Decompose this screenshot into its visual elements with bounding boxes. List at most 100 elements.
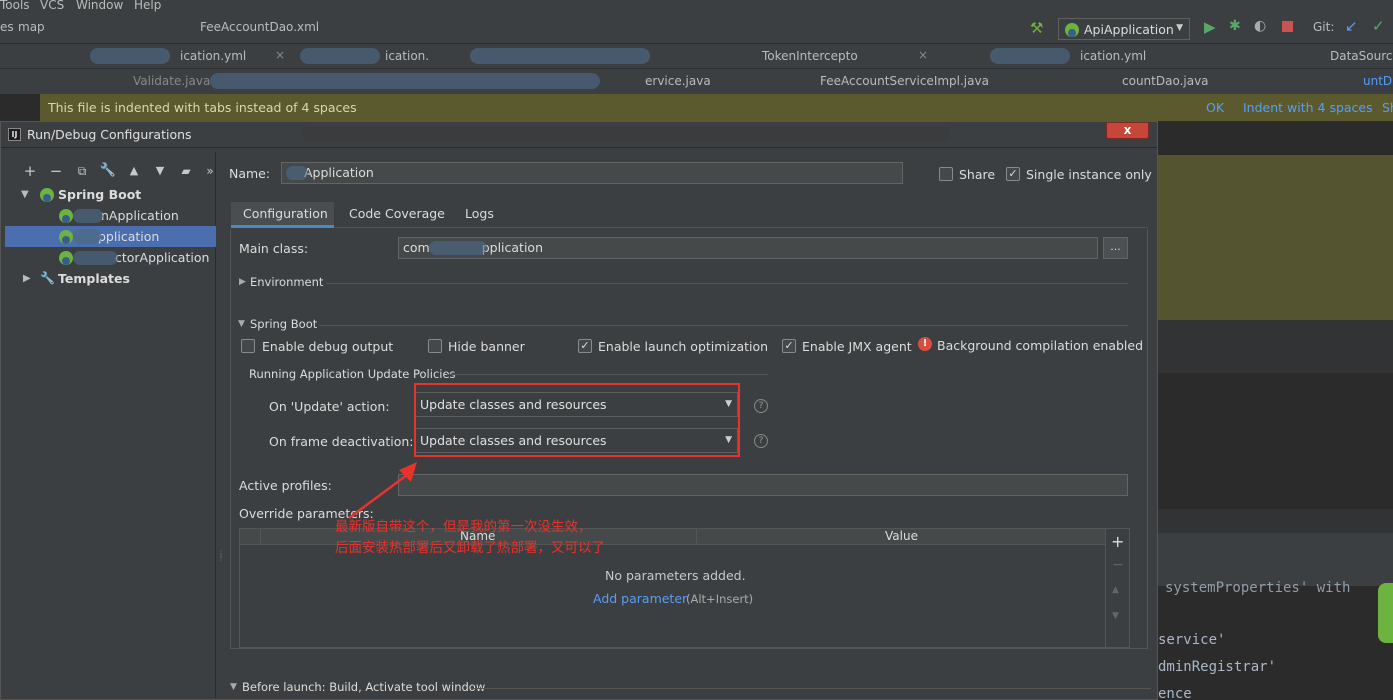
before-launch-section[interactable]: Before launch: Build, Activate tool wind… [242,680,485,694]
editor-gutter-band [1158,320,1393,373]
help-icon[interactable]: ? [754,399,768,413]
editor-tab[interactable]: FeeAccountServiceImpl.java [820,74,989,88]
main-class-label: Main class: [239,241,309,256]
name-field[interactable]: Application [281,162,903,184]
spring-icon [1065,23,1079,37]
chevron-down-icon: ▼ [1176,23,1183,33]
redaction-blur [300,48,380,64]
redaction-blur [90,48,170,64]
breadcrumb-item[interactable]: map [18,20,45,34]
git-update-icon[interactable]: ↙ [1345,17,1358,35]
debug-icon[interactable]: ✱ [1229,18,1241,34]
enable-launch-optimization-label: Enable launch optimization [598,339,769,354]
add-parameter-link[interactable]: Add parameter [593,591,687,606]
add-icon[interactable]: + [21,162,39,180]
browse-button[interactable]: ... [1103,237,1128,259]
divider [447,374,768,375]
expand-arrow-icon[interactable]: ▶ [239,277,246,287]
copy-icon[interactable]: ⧉ [73,162,91,180]
environment-section[interactable]: Environment [250,275,323,289]
tree-templates-label: Templates [58,271,130,286]
run-config-select[interactable]: ApiApplication ▼ [1058,18,1190,40]
menu-help[interactable]: Help [134,0,161,12]
splitter-handle[interactable]: ⋮ ⋮ [217,550,225,592]
editor-tab[interactable]: untD [1363,74,1392,88]
build-hammer-icon[interactable]: ⚒ [1030,19,1043,37]
wrench-icon[interactable]: 🔧 [99,162,117,180]
share-checkbox[interactable] [939,167,953,181]
editor-tab[interactable]: ication.yml [1080,49,1146,63]
close-icon[interactable]: × [918,48,928,62]
tree-node-spring-boot[interactable]: ▼ Spring Boot [5,184,216,205]
expand-arrow-icon[interactable]: ▼ [238,319,245,329]
editor-tab[interactable]: DataSourceCon [1330,49,1393,63]
coverage-icon[interactable]: ◐ [1254,18,1266,34]
annotation-highlight-box [414,383,740,457]
git-commit-icon[interactable]: ✓ [1372,17,1385,35]
indent-notice-bar: This file is indented with tabs instead … [40,94,1393,121]
menu-tools[interactable]: Tools [0,0,30,12]
enable-launch-optimization-checkbox[interactable]: ✓ [578,339,592,353]
tab-configuration-label: Configuration [243,206,328,221]
tree-item[interactable]: nApplication [5,205,216,226]
remove-icon[interactable]: − [1112,557,1124,573]
single-instance-checkbox[interactable]: ✓ [1006,167,1020,181]
move-up-icon[interactable]: ▲ [125,162,143,180]
breadcrumb-file[interactable]: FeeAccountDao.xml [200,20,319,34]
enable-debug-output-label: Enable debug output [262,339,394,354]
breadcrumb-prefix: es [0,20,14,34]
move-up-icon[interactable]: ▲ [1112,585,1119,595]
close-button[interactable]: x [1106,122,1149,139]
dialog-title: Run/Debug Configurations [27,127,192,142]
editor-tab[interactable]: countDao.java [1122,74,1209,88]
spring-icon [40,188,54,202]
menu-window[interactable]: Window [76,0,123,12]
redaction-blur [73,229,101,244]
editor-tab[interactable]: ication.yml [180,49,246,63]
menu-vcs[interactable]: VCS [40,0,64,12]
spring-boot-section[interactable]: Spring Boot [250,317,317,331]
main-class-prefix: com [403,240,430,255]
editor-tab[interactable]: TokenIntercepto [762,49,858,63]
notice-ok-link[interactable]: OK [1206,100,1224,115]
expand-arrow-icon[interactable]: ▼ [230,682,237,692]
editor-tab[interactable]: ication. [385,49,429,63]
share-label: Share [959,167,996,182]
spring-assistant-icon[interactable] [1378,583,1393,643]
stop-icon[interactable] [1282,21,1293,32]
tab-code-coverage[interactable]: Code Coverage [349,206,445,221]
notice-more-link[interactable]: Sh [1382,100,1393,115]
active-profiles-field[interactable] [398,474,1128,496]
hide-banner-checkbox[interactable] [428,339,442,353]
folder-icon[interactable]: ▰ [177,162,195,180]
remove-icon[interactable]: − [47,162,65,180]
close-icon[interactable]: × [275,48,285,62]
move-down-icon[interactable]: ▼ [151,162,169,180]
more-icon[interactable]: » [201,162,219,180]
code-line: dminRegistrar' [1158,659,1277,675]
column-header-value[interactable]: Value [885,529,918,543]
editor-tab[interactable]: ervice.java [645,74,711,88]
tree-item-selected[interactable]: pplication [5,226,216,247]
tree-item[interactable]: ctorApplication [5,247,216,268]
enable-debug-output-checkbox[interactable] [241,339,255,353]
move-down-icon[interactable]: ▼ [1112,611,1119,621]
tab-configuration[interactable]: Configuration [231,202,334,228]
add-parameter-shortcut: (Alt+Insert) [686,592,754,606]
warning-icon: ! [918,337,932,351]
enable-jmx-agent-checkbox[interactable]: ✓ [782,339,796,353]
indent-with-spaces-link[interactable]: Indent with 4 spaces [1243,100,1373,115]
annotation-text-line-2: 后面安装热部署后又卸载了热部署，又可以了 [335,540,605,556]
help-icon[interactable]: ? [754,434,768,448]
main-class-field[interactable]: com pplication [398,237,1098,259]
active-profiles-label: Active profiles: [239,478,332,493]
collapse-arrow-icon[interactable]: ▶ [23,268,31,289]
run-debug-configurations-dialog: IJ Run/Debug Configurations x + − ⧉ 🔧 ▲ … [0,121,1158,700]
tree-node-templates[interactable]: ▶ 🔧 Templates [5,268,216,289]
add-icon[interactable]: + [1111,532,1124,551]
editor-tab[interactable]: Validate.java [133,74,210,88]
run-icon[interactable]: ▶ [1204,18,1216,36]
expand-arrow-icon[interactable]: ▼ [21,184,29,205]
tab-logs[interactable]: Logs [465,206,494,221]
on-update-label: On 'Update' action: [269,399,390,414]
